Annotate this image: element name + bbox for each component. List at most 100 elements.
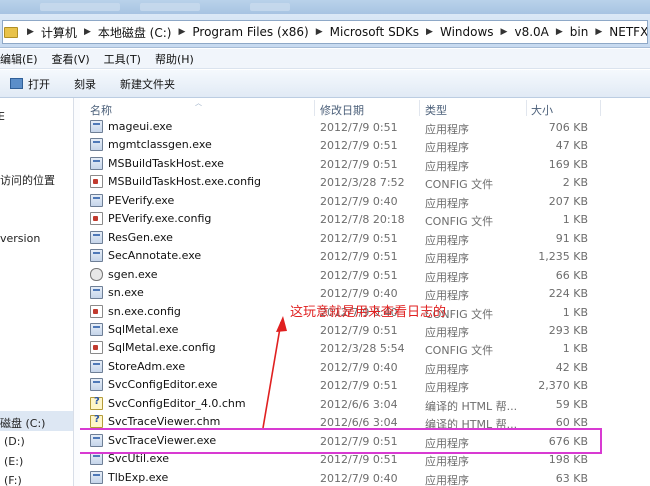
breadcrumb-separator-icon[interactable]: ▶: [79, 27, 96, 37]
config-icon: [90, 341, 103, 355]
file-type: 应用程序: [425, 325, 469, 339]
file-name-cell: sgen.exe: [90, 267, 157, 281]
menu-help[interactable]: 帮助(H): [155, 51, 194, 67]
column-divider[interactable]: [600, 100, 601, 116]
gear-icon: [90, 267, 103, 281]
window-title-strip: [0, 0, 650, 14]
file-size: 1 KB: [562, 213, 588, 227]
file-row[interactable]: mgmtclassgen.exe 2012/7/9 0:51 应用程序 47 KB: [80, 136, 650, 154]
exe-icon: [90, 378, 103, 392]
exe-icon: [90, 138, 103, 152]
breadcrumb-separator-icon[interactable]: ▶: [311, 27, 328, 37]
breadcrumb-item[interactable]: Windows: [438, 25, 496, 39]
chm-icon: [90, 414, 103, 429]
breadcrumb-item[interactable]: Program Files (x86): [190, 25, 310, 39]
file-size: 47 KB: [555, 139, 588, 153]
file-size: 198 KB: [548, 453, 588, 467]
file-row[interactable]: SqlMetal.exe.config 2012/3/28 5:54 CONFIG …: [80, 339, 650, 357]
file-size: 91 KB: [555, 231, 588, 245]
nav-item-drive-d[interactable]: (D:): [4, 435, 25, 448]
file-row[interactable]: MSBuildTaskHost.exe 2012/7/9 0:51 应用程序 169 …: [80, 155, 650, 173]
open-button[interactable]: 打开: [10, 76, 50, 92]
file-name-cell: mgmtclassgen.exe: [90, 138, 212, 152]
file-size: 224 KB: [548, 287, 588, 301]
file-name-cell: TlbExp.exe: [90, 470, 168, 484]
breadcrumb-separator-icon[interactable]: ▶: [496, 27, 513, 37]
file-name: ResGen.exe: [108, 230, 173, 244]
file-name-cell: ResGen.exe: [90, 230, 173, 244]
file-name-cell: PEVerify.exe: [90, 193, 174, 207]
sort-ascending-icon: ︿: [195, 99, 202, 107]
burn-button[interactable]: 刻录: [74, 76, 96, 92]
menu-tools[interactable]: 工具(T): [104, 51, 141, 67]
file-row[interactable]: SqlMetal.exe 2012/7/9 0:51 应用程序 293 KB: [80, 321, 650, 339]
file-row[interactable]: sgen.exe 2012/7/9 0:51 应用程序 66 KB: [80, 266, 650, 284]
breadcrumb-item[interactable]: 计算机: [39, 24, 79, 41]
breadcrumb-item[interactable]: NETFX 4.0 Tools: [607, 25, 647, 39]
file-row[interactable]: sn.exe 2012/7/9 0:40 应用程序 224 KB: [80, 284, 650, 302]
exe-icon: [90, 359, 103, 373]
file-row[interactable]: SvcConfigEditor.exe 2012/7/9 0:51 应用程序 2,37…: [80, 376, 650, 394]
file-row[interactable]: mageui.exe 2012/7/9 0:51 应用程序 706 KB: [80, 118, 650, 136]
file-name: SvcConfigEditor_4.0.chm: [108, 396, 246, 410]
exe-icon: [90, 470, 103, 484]
breadcrumb-item[interactable]: v8.0A: [512, 25, 550, 39]
file-row[interactable]: StoreAdm.exe 2012/7/9 0:40 应用程序 42 KB: [80, 358, 650, 376]
file-list: ︿ 名称 修改日期 类型 大小 mageui.exe 2012/7/9 0:51 应…: [80, 98, 650, 486]
exe-icon: [90, 286, 103, 300]
file-row[interactable]: PEVerify.exe.config 2012/7/8 20:18 CONFIG …: [80, 210, 650, 228]
breadcrumb-item[interactable]: 本地磁盘 (C:): [96, 24, 174, 41]
breadcrumb[interactable]: ▶ 计算机 ▶ 本地磁盘 (C:) ▶ Program Files (x86) ▶ Micro…: [2, 20, 648, 44]
file-row[interactable]: SvcConfigEditor_4.0.chm 2012/6/6 3:04 编译的 …: [80, 395, 650, 413]
toolbar: 打开 刻录 新建文件夹: [0, 70, 650, 98]
file-name: sn.exe: [108, 286, 144, 300]
column-divider[interactable]: [314, 100, 315, 116]
file-modified: 2012/7/9 0:40: [320, 194, 398, 208]
breadcrumb-item[interactable]: Microsoft SDKs: [328, 25, 421, 39]
file-size: 2 KB: [562, 176, 588, 190]
open-icon: [10, 78, 23, 89]
column-name[interactable]: 名称: [90, 102, 112, 118]
file-row[interactable]: SecAnnotate.exe 2012/7/9 0:51 应用程序 1,235 KB: [80, 247, 650, 265]
column-size[interactable]: 大小: [531, 102, 553, 118]
column-divider[interactable]: [419, 100, 420, 116]
column-header: ︿ 名称 修改日期 类型 大小: [80, 98, 650, 118]
breadcrumb-separator-icon[interactable]: ▶: [22, 27, 39, 37]
config-icon: [90, 304, 103, 318]
breadcrumb-separator-icon[interactable]: ▶: [421, 27, 438, 37]
file-modified: 2012/6/6 3:04: [320, 397, 398, 411]
column-divider[interactable]: [526, 100, 527, 116]
file-modified: 2012/7/9 0:51: [320, 268, 398, 282]
breadcrumb-item[interactable]: bin: [568, 25, 591, 39]
file-type: 应用程序: [425, 196, 469, 210]
nav-item-drive-c[interactable]: 磁盘 (C:): [0, 415, 45, 431]
breadcrumb-separator-icon[interactable]: ▶: [590, 27, 607, 37]
file-modified: 2012/7/9 0:51: [320, 157, 398, 171]
annotation-text: 这玩意就是用来查看日志的: [290, 305, 447, 320]
nav-item-recent-places[interactable]: 访问的位置: [0, 172, 55, 188]
file-row[interactable]: ResGen.exe 2012/7/9 0:51 应用程序 91 KB: [80, 229, 650, 247]
menu-view[interactable]: 查看(V): [52, 51, 90, 67]
breadcrumb-separator-icon[interactable]: ▶: [173, 27, 190, 37]
file-type: 应用程序: [425, 141, 469, 155]
column-modified[interactable]: 修改日期: [320, 102, 364, 118]
file-name-cell: sn.exe.config: [90, 304, 181, 318]
nav-item-drive-e[interactable]: (E:): [4, 455, 23, 468]
nav-item-version[interactable]: version: [0, 232, 40, 245]
file-name-cell: SvcConfigEditor.exe: [90, 378, 217, 392]
nav-item-drive-f[interactable]: (F:): [4, 474, 22, 486]
file-row[interactable]: MSBuildTaskHost.exe.config 2012/3/28 7:52…: [80, 173, 650, 191]
nav-item[interactable]: E: [0, 110, 5, 123]
file-name: sn.exe.config: [108, 304, 181, 318]
new-folder-button[interactable]: 新建文件夹: [120, 76, 175, 92]
file-modified: 2012/7/9 0:51: [320, 323, 398, 337]
exe-icon: [90, 193, 103, 207]
file-row[interactable]: PEVerify.exe 2012/7/9 0:40 应用程序 207 KB: [80, 192, 650, 210]
exe-icon: [90, 156, 103, 170]
breadcrumb-separator-icon[interactable]: ▶: [551, 27, 568, 37]
file-modified: 2012/7/9 0:51: [320, 139, 398, 153]
menu-edit[interactable]: 编辑(E): [0, 51, 38, 67]
file-row[interactable]: TlbExp.exe 2012/7/9 0:40 应用程序 63 KB: [80, 469, 650, 486]
column-type[interactable]: 类型: [425, 102, 447, 118]
menu-bar: 编辑(E) 查看(V) 工具(T) 帮助(H): [0, 49, 650, 69]
